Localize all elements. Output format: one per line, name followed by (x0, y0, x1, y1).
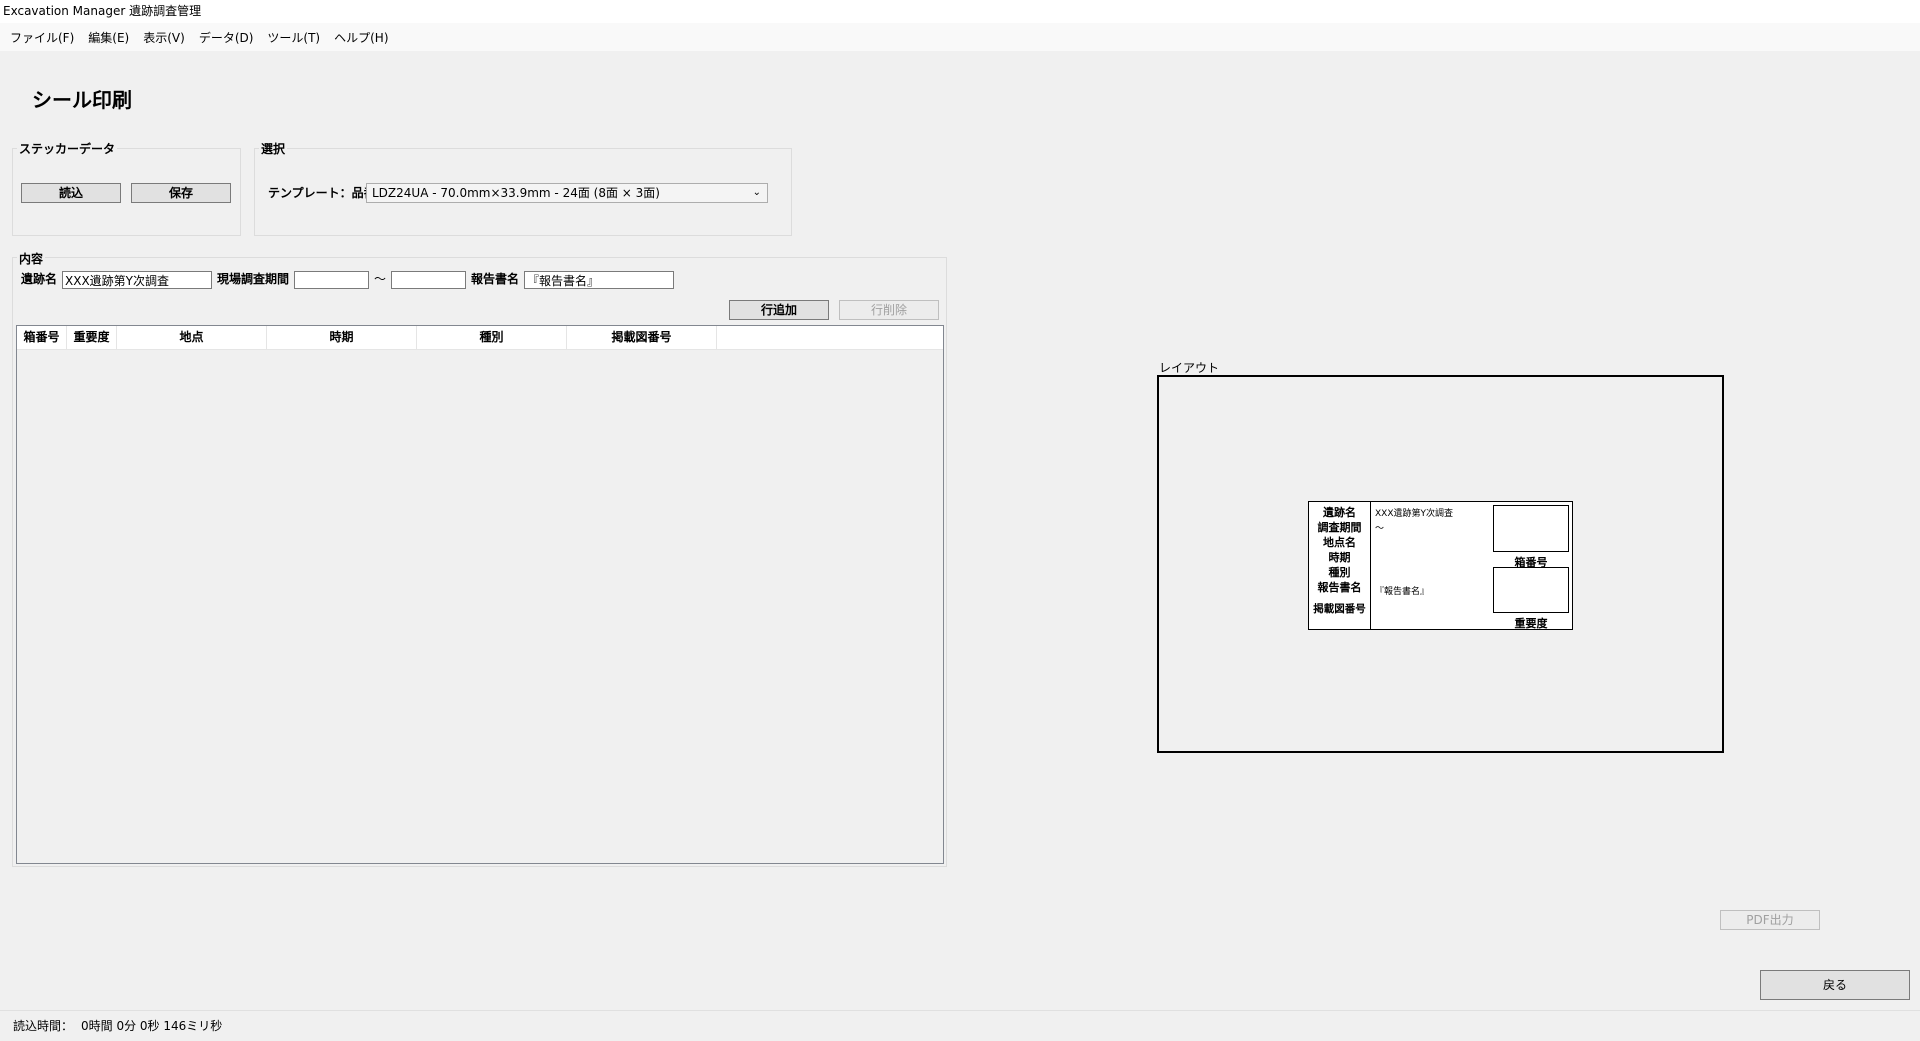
content-table[interactable]: 箱番号 重要度 地点 時期 種別 掲載図番号 (16, 325, 944, 864)
template-select-value: LDZ24UA - 70.0mm×33.9mm - 24面 (8面 × 3面) (372, 186, 660, 200)
content-group-label: 内容 (17, 250, 46, 267)
load-button[interactable]: 読込 (21, 183, 121, 203)
delete-row-button[interactable]: 行削除 (839, 300, 939, 320)
sticker-data-group-label: ステッカーデータ (17, 140, 118, 157)
template-label: テンプレート：品番 (268, 186, 376, 200)
chevron-down-icon: ⌄ (752, 187, 761, 198)
period-start-input[interactable] (294, 271, 369, 289)
sticker-label-location: 地点名 (1323, 536, 1356, 549)
sticker-label-era: 時期 (1328, 551, 1351, 564)
window-title: Excavation Manager 遺跡調査管理 (0, 0, 1920, 23)
period-end-input[interactable] (391, 271, 466, 289)
menu-edit[interactable]: 編集(E) (81, 29, 136, 46)
sticker-label-figure-number: 掲載図番号 (1313, 603, 1366, 615)
selection-group-label: 選択 (259, 140, 288, 157)
sticker-value-site-name: XXX遺跡第Y次調査 (1375, 509, 1453, 519)
pdf-export-button[interactable]: PDF出力 (1720, 910, 1820, 930)
layout-label: レイアウト (1159, 361, 1220, 375)
layout-preview: 遺跡名 調査期間 地点名 時期 種別 報告書名 掲載図番号 XXX遺跡第Y次調査… (1157, 375, 1724, 753)
column-header-importance[interactable]: 重要度 (67, 326, 117, 349)
sticker-value-period: ～ (1375, 524, 1385, 534)
table-header: 箱番号 重要度 地点 時期 種別 掲載図番号 (17, 326, 943, 350)
sticker-label-period: 調査期間 (1317, 521, 1362, 534)
menu-tools[interactable]: ツール(T) (260, 29, 327, 46)
load-time-label: 読込時間： (13, 1019, 74, 1033)
load-time-value: 0時間 0分 0秒 146ミリ秒 (81, 1019, 223, 1033)
sticker-preview: 遺跡名 調査期間 地点名 時期 種別 報告書名 掲載図番号 XXX遺跡第Y次調査… (1308, 501, 1573, 630)
report-name-label: 報告書名 (471, 272, 520, 286)
sticker-box-number-field (1493, 505, 1569, 552)
sticker-value-report: 『報告書名』 (1375, 587, 1430, 597)
column-header-type[interactable]: 種別 (417, 326, 567, 349)
site-name-input[interactable] (62, 271, 212, 289)
report-name-input[interactable] (524, 271, 674, 289)
period-label: 現場調査期間 (217, 272, 290, 286)
sticker-label-type: 種別 (1328, 566, 1351, 579)
site-name-label: 遺跡名 (21, 272, 58, 286)
sticker-importance-field (1493, 567, 1569, 613)
status-bar: 読込時間： 0時間 0分 0秒 146ミリ秒 (0, 1010, 1920, 1040)
column-header-figure-number[interactable]: 掲載図番号 (567, 326, 717, 349)
column-header-location[interactable]: 地点 (117, 326, 267, 349)
menu-data[interactable]: データ(D) (192, 29, 261, 46)
back-button[interactable]: 戻る (1760, 970, 1910, 1000)
column-header-box-number[interactable]: 箱番号 (17, 326, 67, 349)
menu-help[interactable]: ヘルプ(H) (327, 29, 395, 46)
period-separator: ～ (374, 272, 387, 286)
page-title: シール印刷 (32, 88, 132, 112)
sticker-label-report: 報告書名 (1317, 581, 1362, 594)
column-header-period[interactable]: 時期 (267, 326, 417, 349)
menu-view[interactable]: 表示(V) (136, 29, 192, 46)
column-header-filler (717, 326, 943, 349)
menu-file[interactable]: ファイル(F) (3, 29, 81, 46)
menu-bar: ファイル(F) 編集(E) 表示(V) データ(D) ツール(T) ヘルプ(H) (0, 23, 1920, 51)
sticker-label-column: 遺跡名 調査期間 地点名 時期 種別 報告書名 掲載図番号 (1309, 502, 1371, 629)
add-row-button[interactable]: 行追加 (729, 300, 829, 320)
sticker-importance-caption: 重要度 (1514, 617, 1548, 630)
save-button[interactable]: 保存 (131, 183, 231, 203)
sticker-label-site-name: 遺跡名 (1323, 506, 1356, 519)
template-select[interactable]: LDZ24UA - 70.0mm×33.9mm - 24面 (8面 × 3面) … (366, 183, 768, 203)
